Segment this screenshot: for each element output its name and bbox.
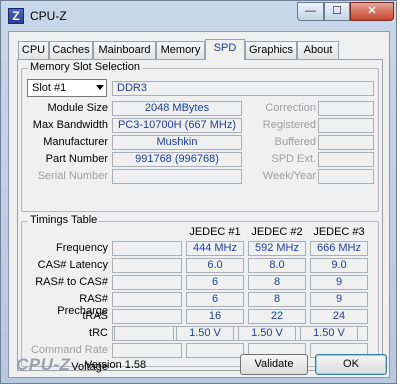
timing-cell: 22 — [248, 309, 306, 324]
tab-spd[interactable]: SPD — [205, 39, 245, 60]
registered-label: Registered — [262, 119, 316, 131]
tab-graphics[interactable]: Graphics — [245, 41, 297, 59]
cpuz-window: Z CPU-Z — ☐ ✕ CPU Caches Mainboard Memor… — [0, 0, 397, 384]
serial-number-label: Serial Number — [37, 170, 108, 182]
column-header-jedec-3: JEDEC #3 — [313, 226, 365, 238]
part-number-value: 991768 (996768) — [112, 152, 242, 167]
frequency-label: Frequency — [56, 242, 108, 254]
max-bandwidth-label: Max Bandwidth — [32, 119, 108, 131]
window-title: CPU-Z — [30, 9, 67, 23]
ras-to-cas-label: RAS# to CAS# — [35, 276, 108, 288]
timing-cell: 6 — [186, 275, 244, 290]
serial-number-value — [112, 169, 242, 184]
spd-ext-value — [318, 152, 374, 167]
memory-slot-group: Memory Slot Selection Slot #1 DDR3 Modul… — [21, 61, 379, 212]
timing-cell: 16 — [186, 309, 244, 324]
tab-strip: CPU Caches Mainboard Memory SPD Graphics… — [18, 39, 388, 60]
timing-filler-cell — [112, 258, 182, 273]
timing-filler-cell — [112, 275, 182, 290]
title-bar[interactable]: Z CPU-Z — ☐ ✕ — [1, 1, 396, 31]
week-year-label: Week/Year — [262, 170, 316, 182]
timings-group-title: Timings Table — [28, 214, 100, 226]
spd-panel: Memory Slot Selection Slot #1 DDR3 Modul… — [17, 59, 383, 373]
timing-cell: 9.0 — [310, 258, 368, 273]
buffered-label: Buffered — [274, 136, 316, 148]
timing-cell: 8 — [248, 275, 306, 290]
tab-mainboard[interactable]: Mainboard — [93, 41, 156, 59]
close-button[interactable]: ✕ — [350, 2, 394, 21]
module-size-value: 2048 MBytes — [112, 101, 242, 116]
timing-cell: 592 MHz — [248, 241, 306, 256]
tab-cpu[interactable]: CPU — [18, 41, 49, 59]
tras-label: tRAS — [82, 310, 108, 322]
timing-cell: 9 — [310, 275, 368, 290]
tab-about[interactable]: About — [297, 41, 339, 59]
ok-button[interactable]: OK — [315, 354, 387, 375]
manufacturer-value: Mushkin — [112, 135, 242, 150]
timing-cell: 6 — [186, 292, 244, 307]
version-label: Version 1.58 — [85, 359, 147, 371]
memory-slot-group-title: Memory Slot Selection — [28, 61, 143, 73]
slot-select-value: Slot #1 — [32, 82, 67, 94]
timings-group: Timings Table JEDEC #1 JEDEC #2 JEDEC #3… — [21, 214, 379, 373]
timing-filler-cell — [112, 343, 182, 358]
column-header-jedec-2: JEDEC #2 — [251, 226, 303, 238]
module-size-label: Module Size — [47, 102, 108, 114]
timing-cell: 666 MHz — [310, 241, 368, 256]
minimize-button[interactable]: — — [297, 2, 324, 21]
buffered-value — [318, 135, 374, 150]
tab-memory[interactable]: Memory — [156, 41, 205, 59]
max-bandwidth-value: PC3-10700H (667 MHz) — [112, 118, 242, 133]
cpuz-logo-icon: Z — [8, 8, 24, 24]
timing-filler-cell — [112, 309, 182, 324]
part-number-label: Part Number — [45, 153, 108, 165]
correction-value — [318, 101, 374, 116]
timing-filler-cell — [112, 292, 182, 307]
manufacturer-label: Manufacturer — [43, 136, 108, 148]
timing-cell: 1.50 V — [176, 326, 234, 341]
timing-filler-cell — [112, 241, 182, 256]
column-header-jedec-1: JEDEC #1 — [189, 226, 241, 238]
timing-cell: 444 MHz — [186, 241, 244, 256]
timing-cell: 9 — [310, 292, 368, 307]
timing-cell: 1.50 V — [238, 326, 296, 341]
timing-cell: 8 — [248, 292, 306, 307]
timing-filler-cell — [114, 326, 174, 341]
correction-label: Correction — [265, 102, 316, 114]
memory-type-field: DDR3 — [112, 81, 374, 96]
chevron-down-icon — [96, 85, 104, 90]
timing-cell — [186, 343, 244, 358]
cpuz-brand-logo: CPU-Z — [16, 355, 71, 374]
week-year-value — [318, 169, 374, 184]
timing-cell: 1.50 V — [300, 326, 358, 341]
validate-button[interactable]: Validate — [240, 354, 308, 375]
tab-caches[interactable]: Caches — [49, 41, 93, 59]
timing-cell: 24 — [310, 309, 368, 324]
slot-select[interactable]: Slot #1 — [27, 79, 107, 97]
registered-value — [318, 118, 374, 133]
cas-latency-label: CAS# Latency — [37, 259, 108, 271]
timing-cell: 6.0 — [186, 258, 244, 273]
trc-label: tRC — [89, 327, 108, 339]
timing-cell: 8.0 — [248, 258, 306, 273]
maximize-button[interactable]: ☐ — [324, 2, 350, 21]
spd-ext-label: SPD Ext. — [271, 153, 316, 165]
